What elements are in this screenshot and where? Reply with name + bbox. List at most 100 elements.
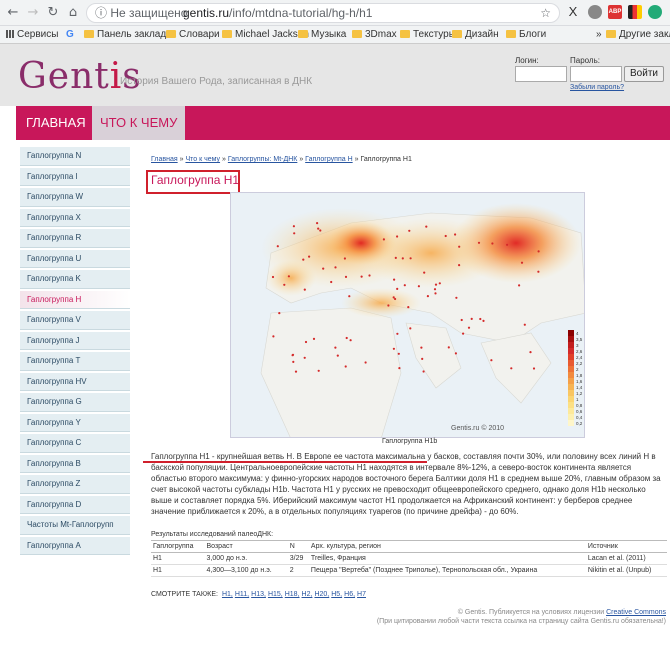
sidebar-item[interactable]: Гаплогруппа T bbox=[20, 352, 130, 371]
bookmark-folder[interactable]: Блоги bbox=[506, 29, 546, 40]
sample-point bbox=[422, 370, 425, 373]
home-icon[interactable]: ⌂ bbox=[64, 4, 82, 22]
sidebar-item[interactable]: Гаплогруппа J bbox=[20, 331, 130, 350]
sidebar-item[interactable]: Частоты Mt-Гаплогрупп bbox=[20, 516, 130, 535]
sample-point bbox=[393, 278, 396, 281]
reload-icon[interactable]: ↻ bbox=[44, 4, 62, 22]
sidebar-item[interactable]: Гаплогруппа B bbox=[20, 454, 130, 473]
see-also-link[interactable]: H5, bbox=[331, 591, 342, 598]
crumb-h[interactable]: Гаплогруппа H bbox=[305, 156, 352, 163]
sample-point bbox=[506, 243, 509, 246]
sidebar-item[interactable]: Гаплогруппа X bbox=[20, 208, 130, 227]
sample-point bbox=[276, 245, 279, 248]
heat-area bbox=[341, 288, 421, 318]
x-extension-icon[interactable]: X bbox=[566, 5, 580, 19]
crumb-groups[interactable]: Гаплогруппы: Mt-ДНК bbox=[228, 156, 298, 163]
menu-cap bbox=[0, 106, 16, 140]
bookmark-folder[interactable]: Дизайн bbox=[452, 29, 499, 40]
bookmark-folder[interactable]: Музыка bbox=[298, 29, 346, 40]
sidebar-item[interactable]: Гаплогруппа A bbox=[20, 536, 130, 555]
sidebar-item[interactable]: Гаплогруппа U bbox=[20, 249, 130, 268]
sidebar-item[interactable]: Гаплогруппа C bbox=[20, 434, 130, 453]
legend-swatch bbox=[568, 414, 574, 420]
table-cell: 2 bbox=[287, 564, 309, 577]
bookmark-folder[interactable]: Панель закладок bbox=[84, 29, 176, 40]
sample-point bbox=[303, 356, 306, 359]
legend-label: 0,8 bbox=[576, 403, 583, 408]
sample-point bbox=[316, 222, 319, 225]
address-bar[interactable]: ⓘ Не защищено gentis.ru/info/mtdna-tutor… bbox=[86, 3, 560, 23]
sample-point bbox=[387, 304, 390, 307]
password-label: Пароль: bbox=[570, 56, 600, 65]
sample-point bbox=[294, 370, 298, 373]
see-also-link[interactable]: H15, bbox=[268, 591, 283, 598]
sidebar-item[interactable]: Гаплогруппа I bbox=[20, 167, 130, 186]
legend-swatch bbox=[568, 378, 574, 384]
see-also-link[interactable]: H11, bbox=[235, 591, 249, 598]
sidebar-item[interactable]: Гаплогруппа V bbox=[20, 311, 130, 330]
legend-swatch bbox=[568, 330, 574, 336]
table-cell: Lacan et al. (2011) bbox=[585, 552, 667, 565]
sample-point bbox=[364, 361, 367, 364]
legend-swatch bbox=[568, 348, 574, 354]
flag-extension-icon[interactable] bbox=[628, 5, 642, 19]
apps-grid-icon bbox=[6, 30, 14, 38]
crumb-what[interactable]: Что к чему bbox=[185, 156, 220, 163]
see-also-link[interactable]: H20, bbox=[314, 591, 329, 598]
sidebar-item[interactable]: Гаплогруппа Z bbox=[20, 475, 130, 494]
sidebar-item[interactable]: Гаплогруппа H bbox=[20, 290, 130, 309]
sidebar-item[interactable]: Гаплогруппа N bbox=[20, 147, 130, 166]
sidebar-item[interactable]: Гаплогруппа Y bbox=[20, 413, 130, 432]
bookmark-folder[interactable]: Текстуры bbox=[400, 29, 456, 40]
folder-icon bbox=[222, 30, 232, 38]
extension-grey-icon[interactable] bbox=[588, 5, 602, 19]
login-input[interactable] bbox=[515, 66, 567, 82]
menu-home[interactable]: Главная bbox=[18, 106, 94, 140]
see-also-link[interactable]: H7 bbox=[357, 591, 366, 598]
sample-point bbox=[425, 225, 428, 228]
sidebar-item[interactable]: Гаплогруппа D bbox=[20, 495, 130, 514]
crumb-sep: » bbox=[179, 156, 184, 163]
bookmark-folder[interactable]: Michael Jackson bbox=[222, 29, 309, 40]
sample-point bbox=[438, 282, 441, 285]
sidebar-item[interactable]: Гаплогруппа G bbox=[20, 393, 130, 412]
sidebar-item[interactable]: Гаплогруппа R bbox=[20, 229, 130, 248]
legend-label: 2,2 bbox=[576, 361, 583, 366]
sample-point bbox=[343, 257, 346, 260]
footer-cc-link[interactable]: Creative Commons bbox=[606, 609, 666, 616]
extension-green-icon[interactable] bbox=[648, 5, 662, 19]
back-icon[interactable]: ← bbox=[4, 4, 22, 22]
password-input[interactable] bbox=[570, 66, 622, 82]
sample-point bbox=[396, 287, 399, 290]
sample-point bbox=[334, 266, 337, 269]
sample-point bbox=[345, 336, 348, 340]
sample-point bbox=[454, 233, 457, 236]
see-also-link[interactable]: H1, bbox=[222, 591, 233, 598]
bookmark-star-icon[interactable]: ☆ bbox=[540, 4, 551, 22]
sidebar-item[interactable]: Гаплогруппа W bbox=[20, 188, 130, 207]
bookmark-apps[interactable]: Сервисы bbox=[6, 29, 58, 40]
security-indicator[interactable]: ⓘ Не защищено bbox=[95, 4, 187, 22]
see-also-link[interactable]: H18, bbox=[285, 591, 300, 598]
bookmark-folder[interactable]: 3Dmax bbox=[352, 29, 397, 40]
folder-icon bbox=[166, 30, 176, 38]
forward-icon[interactable]: → bbox=[24, 4, 42, 22]
menu-what[interactable]: Что к чему bbox=[92, 106, 186, 140]
see-also-link[interactable]: H13, bbox=[251, 591, 266, 598]
login-button[interactable]: Войти bbox=[624, 66, 664, 82]
forgot-password-link[interactable]: Забыли пароль? bbox=[570, 84, 624, 91]
legend-label: 1,2 bbox=[576, 391, 583, 396]
legend-swatch bbox=[568, 354, 574, 360]
see-also-link[interactable]: H2, bbox=[302, 591, 313, 598]
crumb-home[interactable]: Главная bbox=[151, 156, 178, 163]
see-also-link[interactable]: H6, bbox=[344, 591, 355, 598]
sidebar-item[interactable]: Гаплогруппа K bbox=[20, 270, 130, 289]
sidebar-item[interactable]: Гаплогруппа HV bbox=[20, 372, 130, 391]
bookmarks-more[interactable]: » bbox=[596, 29, 602, 40]
bookmark-folder[interactable]: Словари bbox=[166, 29, 220, 40]
google-icon[interactable]: G bbox=[66, 29, 74, 40]
sample-point bbox=[403, 284, 406, 287]
other-bookmarks[interactable]: Другие закл bbox=[606, 29, 670, 40]
landmass-africa bbox=[260, 307, 402, 437]
adblock-icon[interactable]: ABP bbox=[608, 5, 622, 19]
